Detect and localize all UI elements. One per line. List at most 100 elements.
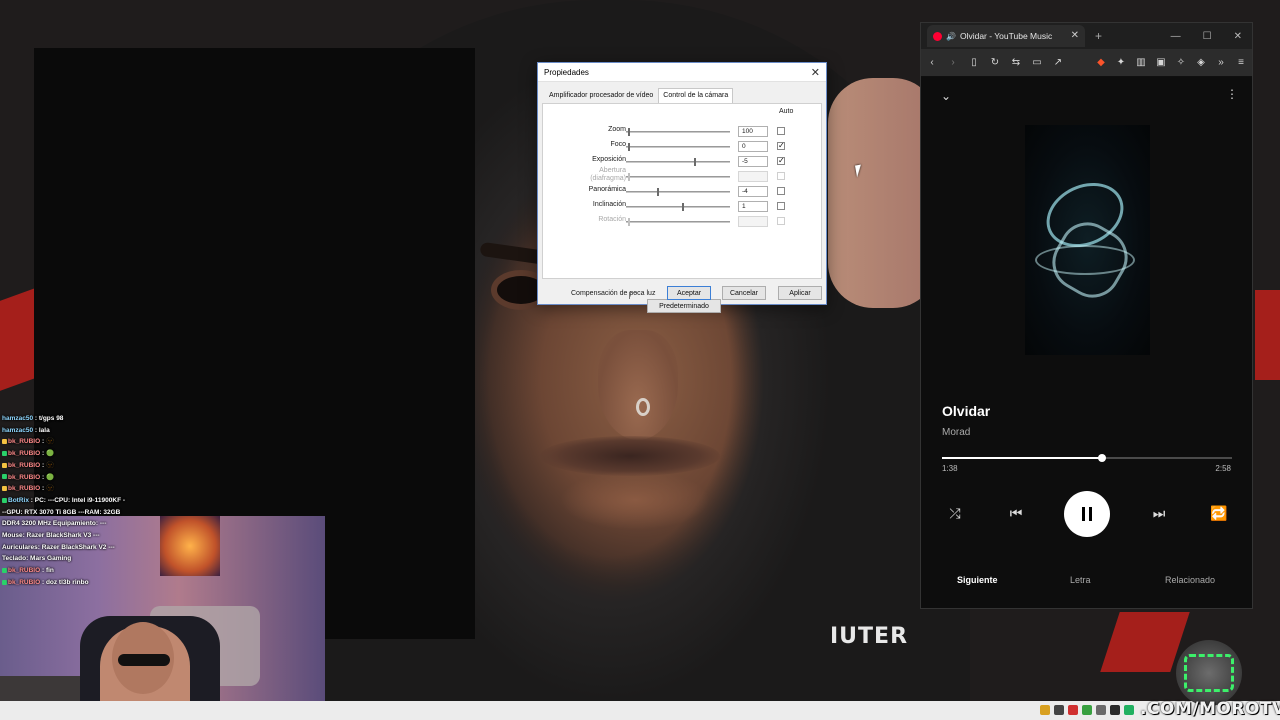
- auto-checkbox[interactable]: ✓: [777, 142, 785, 150]
- chat-message: bk_RUBIO : 🟢: [2, 472, 137, 484]
- ok-button[interactable]: Aceptar: [667, 286, 711, 300]
- progress-bar[interactable]: [942, 454, 1232, 462]
- previous-icon[interactable]: ⏮: [1004, 505, 1028, 522]
- window-controls: — ☐ ✕: [1171, 31, 1242, 42]
- maximize-icon[interactable]: ☐: [1203, 31, 1212, 42]
- chat-username: bk_RUBIO: [8, 438, 41, 446]
- tab-camera-control[interactable]: Control de la cámara: [658, 88, 734, 103]
- bookmark-icon[interactable]: ▯: [969, 57, 979, 68]
- setting-row: Zoom 100: [543, 126, 823, 138]
- repeat-icon[interactable]: 🔁: [1207, 505, 1231, 522]
- leo-icon[interactable]: ✧: [1176, 57, 1186, 68]
- share-icon[interactable]: ↗: [1053, 57, 1063, 68]
- slider-thumb: [628, 173, 631, 181]
- extension-icon[interactable]: ✦: [1116, 57, 1126, 68]
- browser-window: 🔊 Olvidar - YouTube Music ✕ + — ☐ ✕ ‹ › …: [920, 22, 1253, 609]
- minimize-icon[interactable]: —: [1171, 31, 1181, 42]
- pause-button[interactable]: [1064, 491, 1110, 537]
- chat-text: 🫥: [45, 438, 55, 446]
- setting-slider[interactable]: [626, 203, 730, 211]
- hoodie-brand-text: IUTER: [830, 624, 909, 649]
- dialog-titlebar[interactable]: Propiedades ✕: [538, 63, 826, 82]
- more-tools-icon[interactable]: »: [1216, 57, 1226, 68]
- tray-icon[interactable]: [1082, 705, 1092, 715]
- tab-lyrics[interactable]: Letra: [1070, 575, 1091, 585]
- more-options-icon[interactable]: ⋮: [1226, 87, 1238, 101]
- slider-thumb[interactable]: [694, 158, 697, 166]
- slider-thumb[interactable]: [628, 128, 631, 136]
- auto-checkbox[interactable]: [777, 187, 785, 195]
- shuffle-icon[interactable]: ⤮: [943, 505, 967, 522]
- total-time: 2:58: [1215, 464, 1231, 473]
- apply-button[interactable]: Aplicar: [778, 286, 822, 300]
- next-icon[interactable]: ⏭: [1147, 505, 1171, 522]
- slider-thumb[interactable]: [656, 188, 659, 196]
- setting-value-field[interactable]: 100: [738, 126, 768, 137]
- wallet-icon[interactable]: ▣: [1156, 57, 1166, 68]
- menu-icon[interactable]: ≡: [1236, 57, 1246, 68]
- auto-checkbox[interactable]: [777, 202, 785, 210]
- default-button[interactable]: Predeterminado: [647, 299, 721, 313]
- chat-text: t/gps 98: [38, 415, 64, 422]
- chat-message: bk_RUBIO : fin: [2, 565, 137, 577]
- auto-checkbox: [777, 217, 785, 225]
- site-info-icon[interactable]: ⇆: [1011, 57, 1021, 68]
- setting-value-field[interactable]: 1: [738, 201, 768, 212]
- speaker-icon[interactable]: 🔊: [946, 32, 956, 41]
- tray-icon[interactable]: [1040, 705, 1050, 715]
- art-swirl: [1035, 245, 1135, 275]
- tab-up-next[interactable]: Siguiente: [957, 575, 998, 585]
- progress-fill: [942, 457, 1102, 459]
- sunglasses: [118, 654, 170, 666]
- tray-icon[interactable]: [1110, 705, 1120, 715]
- cancel-button[interactable]: Cancelar: [722, 286, 766, 300]
- tray-icon[interactable]: [1124, 705, 1134, 715]
- tray-icon[interactable]: [1068, 705, 1078, 715]
- low-light-checkbox[interactable]: [629, 292, 636, 299]
- progress-knob[interactable]: [1097, 454, 1106, 462]
- setting-label: Inclinación: [592, 201, 626, 208]
- back-icon[interactable]: ‹: [927, 57, 937, 68]
- setting-value-field[interactable]: 0: [738, 141, 768, 152]
- setting-row: Abertura (diafragma): [543, 167, 823, 183]
- setting-label: Abertura (diafragma): [590, 167, 626, 182]
- forward-icon[interactable]: ›: [948, 57, 958, 68]
- setting-value-field[interactable]: -5: [738, 156, 768, 167]
- cast-icon[interactable]: ▭: [1032, 57, 1042, 68]
- reload-icon[interactable]: ↻: [990, 57, 1000, 68]
- chat-text: lala: [38, 426, 50, 434]
- song-title: Olvidar: [942, 403, 991, 419]
- setting-slider[interactable]: [626, 128, 730, 136]
- tab-video-proc-amp[interactable]: Amplificador procesador de vídeo: [544, 88, 658, 103]
- tab-close-icon[interactable]: ✕: [1071, 30, 1079, 41]
- window-close-icon[interactable]: ✕: [1234, 31, 1242, 42]
- brave-shield-icon[interactable]: ◆: [1096, 57, 1106, 68]
- chat-message: bk_RUBIO : doz tl3b rinbo: [2, 577, 137, 589]
- close-icon[interactable]: ✕: [811, 66, 820, 79]
- setting-slider[interactable]: [626, 143, 730, 151]
- auto-checkbox[interactable]: [777, 127, 785, 135]
- slider-thumb[interactable]: [628, 143, 631, 151]
- badge-icon: [2, 579, 7, 585]
- vpn-icon[interactable]: ◈: [1196, 57, 1206, 68]
- artist-name[interactable]: Morad: [942, 427, 970, 438]
- browser-tab[interactable]: 🔊 Olvidar - YouTube Music ✕: [927, 25, 1085, 47]
- setting-slider[interactable]: [626, 188, 730, 196]
- slider-thumb: [628, 218, 631, 226]
- chevron-down-icon[interactable]: ⌄: [941, 89, 951, 103]
- setting-value-field[interactable]: -4: [738, 186, 768, 197]
- setting-slider[interactable]: [626, 158, 730, 166]
- chat-username: bk_RUBIO: [8, 578, 41, 586]
- tray-icon[interactable]: [1096, 705, 1106, 715]
- chat-text: 🫥: [45, 485, 55, 493]
- tray-icon[interactable]: [1054, 705, 1064, 715]
- sidebar-icon[interactable]: ▥: [1136, 57, 1146, 68]
- slider-thumb[interactable]: [682, 203, 685, 211]
- setting-slider: [626, 218, 730, 226]
- low-light-label: Compensación de poca luz: [571, 290, 656, 297]
- channel-watermark: .COM/MOROTVV: [1140, 699, 1280, 719]
- red-accent: [1255, 290, 1280, 380]
- auto-checkbox[interactable]: ✓: [777, 157, 785, 165]
- tab-related[interactable]: Relacionado: [1165, 575, 1215, 585]
- new-tab-button[interactable]: +: [1095, 29, 1102, 43]
